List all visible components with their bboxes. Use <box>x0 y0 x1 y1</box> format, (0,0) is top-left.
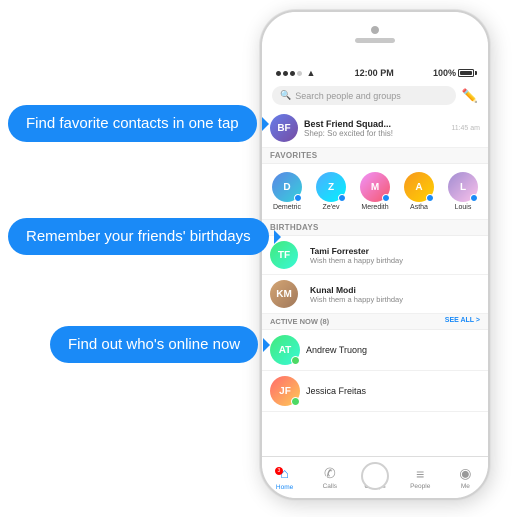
status-time: 12:00 PM <box>355 68 394 78</box>
speaker-bar <box>355 38 395 43</box>
active-name-andrew: Andrew Truong <box>306 345 367 355</box>
fav-name-astha: Astha <box>410 204 428 211</box>
online-dot-jessica <box>291 397 300 406</box>
birthday-text-tami: Tami Forrester Wish them a happy birthda… <box>310 246 480 265</box>
nav-me-label: Me <box>461 483 470 490</box>
signal-dot-4 <box>297 71 302 76</box>
me-icon: ◉ <box>459 465 471 482</box>
nav-people[interactable]: ≡ People <box>398 457 443 498</box>
birthday-action-tami: Wish them a happy birthday <box>310 256 480 265</box>
people-icon: ≡ <box>416 466 424 482</box>
birthday-name-kunal: Kunal Modi <box>310 285 480 295</box>
fav-item-meredith[interactable]: M Meredith <box>356 172 394 211</box>
fav-online-astha <box>426 194 434 202</box>
active-avatar-andrew: AT <box>270 335 300 365</box>
battery-fill <box>460 71 472 75</box>
birthdays-header: BIRTHDAYS <box>262 220 488 236</box>
fav-online-meredith <box>382 194 390 202</box>
birthday-item-tami[interactable]: TF Tami Forrester Wish them a happy birt… <box>262 236 488 275</box>
birthday-name-tami: Tami Forrester <box>310 246 480 256</box>
recent-chat-item[interactable]: BF Best Friend Squad... Shep: So excited… <box>262 109 488 148</box>
fav-avatar-louis: L <box>448 172 478 202</box>
nav-calls[interactable]: ✆ Calls <box>307 457 352 498</box>
fav-name-meredith: Meredith <box>361 204 388 211</box>
fav-avatar-meredith: M <box>360 172 390 202</box>
active-name-jessica: Jessica Freitas <box>306 386 366 396</box>
fav-item-demetric[interactable]: D Demetric <box>268 172 306 211</box>
chat-avatar: BF <box>270 114 298 142</box>
nav-me[interactable]: ◉ Me <box>443 457 488 498</box>
signal-area: ▲ <box>276 68 315 78</box>
callout-favorites: Find favorite contacts in one tap <box>8 105 257 142</box>
compose-icon[interactable]: ✏️ <box>462 88 478 104</box>
fav-item-astha[interactable]: A Astha <box>400 172 438 211</box>
nav-people-label: People <box>410 483 430 490</box>
search-icon: 🔍 <box>280 90 291 101</box>
fav-avatar-demetric: D <box>272 172 302 202</box>
fav-name-louis: Louis <box>455 204 472 211</box>
favorites-label: FAVORITES <box>270 151 317 160</box>
fav-avatar-astha: A <box>404 172 434 202</box>
callout-birthdays: Remember your friends' birthdays <box>8 218 269 255</box>
favorites-header: FAVORITES <box>262 148 488 164</box>
home-badge: 3 <box>275 467 283 475</box>
fav-item-zeev[interactable]: Z Ze'ev <box>312 172 350 211</box>
battery-area: 100% <box>433 68 474 78</box>
battery-icon <box>458 69 474 77</box>
status-bar: ▲ 12:00 PM 100% <box>262 64 488 82</box>
chat-preview: Shep: So excited for this! <box>304 129 451 138</box>
active-person-jessica[interactable]: JF Jessica Freitas <box>262 371 488 412</box>
search-input[interactable]: 🔍 Search people and groups <box>272 86 456 105</box>
chat-info: Best Friend Squad... Shep: So excited fo… <box>304 119 451 138</box>
birthday-avatar-kunal: KM <box>270 280 298 308</box>
online-dot-andrew <box>291 356 300 365</box>
signal-dot-2 <box>283 71 288 76</box>
signal-dot-3 <box>290 71 295 76</box>
active-person-andrew[interactable]: AT Andrew Truong <box>262 330 488 371</box>
fav-online-demetric <box>294 194 302 202</box>
nav-home-label: Home <box>276 484 293 491</box>
birthday-item-kunal[interactable]: KM Kunal Modi Wish them a happy birthday <box>262 275 488 314</box>
phone-top-bar <box>262 12 488 64</box>
favorites-row: D Demetric Z Ze'ev M Meredith <box>262 164 488 220</box>
birthday-text-kunal: Kunal Modi Wish them a happy birthday <box>310 285 480 304</box>
active-now-label: ACTIVE NOW (8) <box>270 317 329 326</box>
phone-frame: ▲ 12:00 PM 100% 🔍 Search people and grou… <box>260 10 490 500</box>
fav-online-louis <box>470 194 478 202</box>
home-button[interactable] <box>361 462 389 490</box>
calls-icon: ✆ <box>324 465 336 482</box>
active-avatar-jessica: JF <box>270 376 300 406</box>
fav-item-louis[interactable]: L Louis <box>444 172 482 211</box>
search-placeholder: Search people and groups <box>295 91 401 101</box>
fav-name-demetric: Demetric <box>273 204 301 211</box>
active-now-header: ACTIVE NOW (8) SEE ALL > <box>262 314 488 330</box>
camera-dot <box>371 26 379 34</box>
signal-dot-1 <box>276 71 281 76</box>
callout-active: Find out who's online now <box>50 326 258 363</box>
fav-online-zeev <box>338 194 346 202</box>
fav-avatar-zeev: Z <box>316 172 346 202</box>
phone-screen: ▲ 12:00 PM 100% 🔍 Search people and grou… <box>262 12 488 498</box>
birthday-avatar-tami: TF <box>270 241 298 269</box>
nav-home-icon-wrap: ⌂ 3 <box>280 465 288 483</box>
chat-time: 11:45 am <box>451 125 480 132</box>
nav-home[interactable]: ⌂ 3 Home <box>262 457 307 498</box>
fav-name-zeev: Ze'ev <box>323 204 340 211</box>
nav-calls-label: Calls <box>323 483 337 490</box>
chat-name: Best Friend Squad... <box>304 119 451 129</box>
see-all-button[interactable]: SEE ALL > <box>445 317 480 326</box>
search-bar: 🔍 Search people and groups ✏️ <box>262 82 488 109</box>
birthday-action-kunal: Wish them a happy birthday <box>310 295 480 304</box>
battery-pct: 100% <box>433 68 456 78</box>
